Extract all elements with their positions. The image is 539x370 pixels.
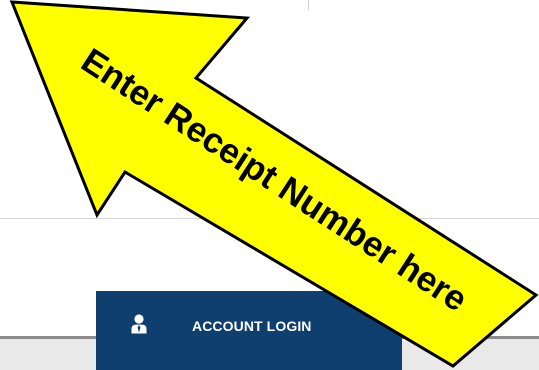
callout-text: Enter Receipt Number here	[74, 41, 474, 319]
callout-arrow: Enter Receipt Number here	[9, 0, 539, 368]
page: ACCOUNT LOGIN Enter Receipt Number here	[0, 0, 539, 370]
